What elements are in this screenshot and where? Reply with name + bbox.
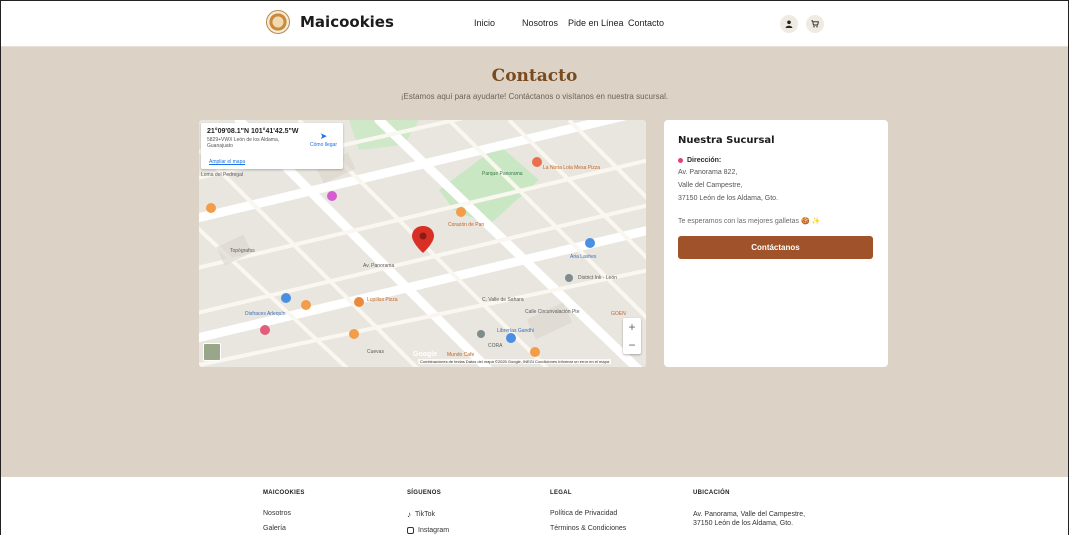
map-address: 5829+VWX León de los Aldama, Guanajuato [207,137,280,149]
branch-title: Nuestra Sucursal [678,135,775,146]
map-label: C. Valle de Sahara [482,297,524,303]
map-label: GOEN [611,311,626,317]
page-title: Contacto [491,66,578,86]
map-label: Calle Circunvalación Pte [525,309,580,315]
map-label: Topógrafos [230,248,255,254]
map-label: Librerías Gandhi [497,328,534,334]
map-label: Av. Panorama [363,263,395,269]
cookie-logo-icon [266,10,290,34]
footer-link-privacy[interactable]: Política de Privacidad [550,510,626,517]
nav-pide-en-linea[interactable]: Pide en Línea [568,18,624,28]
footer-address-line: 37150 León de los Aldama, Gto. [693,520,794,527]
map-attribution: Combinaciones de teclas Datos del mapa ©… [418,359,612,364]
footer-col-legal: LEGAL Política de Privacidad Términos & … [550,490,626,532]
enlarge-map-link[interactable]: Ampliar el mapa [209,159,245,165]
map-label: Cuevas [367,349,384,355]
footer-heading: LEGAL [550,490,572,496]
footer-link-label: TikTok [415,511,435,518]
nav-nosotros[interactable]: Nosotros [522,18,558,28]
footer-link-terms[interactable]: Términos & Condiciones [550,525,626,532]
address-line: 37150 León de los Aldama, Gto. [678,195,779,202]
brand-name: Maicookies [300,13,394,31]
contact-button[interactable]: Contáctanos [678,236,873,259]
cart-button[interactable] [806,15,824,33]
site-footer: MAICOOKIES Nosotros Galería SÍGUENOS ♪ T… [1,477,1068,535]
tiktok-icon: ♪ [407,510,411,519]
welcome-message: Te esperamos con las mejores galletas 🍪 … [678,218,821,225]
footer-link-label: Instagram [418,527,450,534]
map-label: Loma del Pedregal [201,172,243,178]
map-label: CORA [488,343,503,349]
header-actions [780,15,824,33]
google-logo: Google [413,351,438,358]
directions-button[interactable]: ➤ Cómo llegar [310,131,337,148]
footer-col-brand: MAICOOKIES Nosotros Galería [263,490,305,532]
footer-heading: SÍGUENOS [407,490,442,496]
nav-inicio[interactable]: Inicio [474,18,495,28]
map-layer-toggle[interactable] [203,343,221,361]
map-label: Lupillos Pizza [367,297,398,303]
footer-heading: MAICOOKIES [263,490,305,496]
address-heading: Dirección: [678,157,874,164]
map-zoom-controls: + − [623,318,641,354]
footer-col-social: SÍGUENOS ♪ TikTok Instagram [407,490,449,534]
user-button[interactable] [780,15,798,33]
map-label: Disfraces Arlequín [245,311,286,317]
zoom-out-button[interactable]: − [623,336,641,354]
footer-heading: UBICACIÓN [693,490,730,496]
directions-icon: ➤ [319,131,328,141]
map-place-card: 21°09'08.1"N 101°41'42.5"W 5829+VWX León… [201,123,343,169]
footer-link-instagram[interactable]: Instagram [407,527,449,534]
nav-contacto[interactable]: Contacto [628,18,664,28]
page-subtitle: ¡Estamos aquí para ayudarte! Contáctanos… [400,92,669,101]
cart-icon [811,20,819,28]
address-line: Av. Panorama 822, [678,169,738,176]
map-label: Mundo Cafe [447,352,475,358]
map-label: District Ink - León [578,275,617,281]
map-label: Parque Panorama [482,171,523,177]
footer-link-nosotros[interactable]: Nosotros [263,510,305,517]
footer-address-line: Av. Panorama, Valle del Campestre, [693,511,806,518]
zoom-in-button[interactable]: + [623,318,641,336]
directions-label: Cómo llegar [310,142,337,148]
address-label: Dirección: [687,157,722,164]
footer-address: Av. Panorama, Valle del Campestre, 37150… [693,510,805,528]
pin-icon [678,158,683,163]
instagram-icon [407,527,414,534]
footer-link-galeria[interactable]: Galería [263,525,305,532]
address-text: Av. Panorama 822, Valle del Campestre, 3… [678,168,874,203]
brand-logo-link[interactable]: Maicookies [266,10,394,34]
map-label: Corazón de Pan [448,222,485,228]
branch-card: Nuestra Sucursal Dirección: Av. Panorama… [664,120,888,367]
user-icon [785,20,793,28]
map-label: La Nona Lola Mesa Pizza [543,165,600,171]
footer-col-location: UBICACIÓN Av. Panorama, Valle del Campes… [693,490,805,528]
address-line: Valle del Campestre, [678,182,743,189]
map-label: Aria Lashes [570,254,597,260]
footer-link-tiktok[interactable]: ♪ TikTok [407,510,449,519]
site-header: Maicookies Inicio Nosotros Pide en Línea… [1,1,1068,47]
embedded-map[interactable]: 21°09'08.1"N 101°41'42.5"W 5829+VWX León… [199,120,646,367]
